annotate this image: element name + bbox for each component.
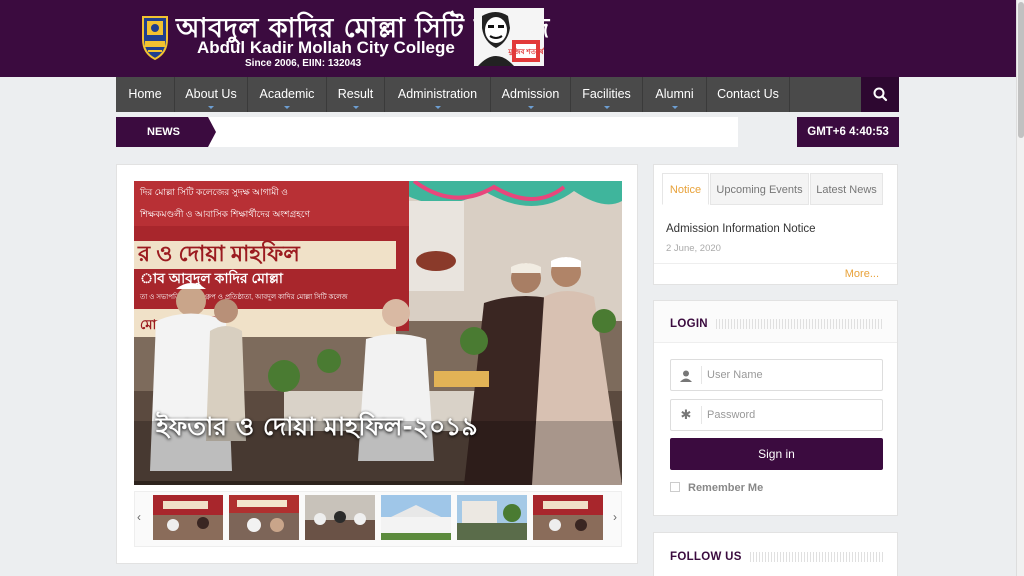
- slider-thumbnail[interactable]: [305, 495, 375, 540]
- slider-thumbnail[interactable]: [533, 495, 603, 540]
- nav-about-us-label: About Us: [185, 87, 237, 101]
- banner-main-text: র ও দোয়া মাহফিল: [137, 240, 301, 266]
- nav-administration[interactable]: Administration: [385, 77, 491, 112]
- slider-thumbnail[interactable]: [229, 495, 299, 540]
- nav-academic-label: Academic: [259, 87, 315, 101]
- login-box: LOGIN ✱ Sign in Remember Me: [653, 300, 898, 516]
- nav-alumni[interactable]: Alumni: [643, 77, 707, 112]
- password-input[interactable]: [707, 405, 877, 425]
- more-link[interactable]: More...: [845, 268, 879, 280]
- thumbnail-image: [533, 495, 603, 540]
- sign-in-button[interactable]: Sign in: [670, 438, 883, 470]
- gmt-clock: GMT+6 4:40:53: [797, 117, 899, 147]
- mujib-year-text: মুজিব শতবর্ষ: [507, 47, 544, 57]
- caret-down-icon: [352, 106, 359, 109]
- follow-us-title: FOLLOW US: [670, 551, 742, 563]
- slider-caption: ইফতার ও দোয়া মাহফিল-২০১৯: [156, 412, 478, 441]
- checkbox-icon[interactable]: [670, 482, 680, 492]
- caret-down-icon: [284, 106, 290, 109]
- nav-result-label: Result: [337, 87, 374, 101]
- slider-thumbnail[interactable]: [457, 495, 527, 540]
- thumbnail-image: [229, 495, 299, 540]
- caret-down-icon: [208, 106, 214, 109]
- slider-main-image[interactable]: দির মোল্লা সিটি কলেজের সুদক্ষ আগামী ও শি…: [134, 181, 622, 485]
- nav-contact-us[interactable]: Contact Us: [707, 77, 790, 112]
- nav-facilities[interactable]: Facilities: [571, 77, 643, 112]
- caret-down-icon: [671, 106, 678, 109]
- follow-us-header: FOLLOW US: [654, 533, 897, 575]
- scrollbar-thumb[interactable]: [1018, 2, 1024, 138]
- user-icon: [671, 360, 701, 390]
- caret-down-icon: [527, 106, 534, 109]
- tab-latest-news[interactable]: Latest News: [810, 173, 883, 205]
- follow-us-box: FOLLOW US: [653, 532, 898, 576]
- nav-administration-label: Administration: [397, 87, 478, 101]
- username-field[interactable]: [670, 359, 883, 391]
- password-field[interactable]: ✱: [670, 399, 883, 431]
- nav-admission-label: Admission: [501, 87, 560, 101]
- slider-panel: দির মোল্লা সিটি কলেজের সুদক্ষ আগামী ও শি…: [116, 164, 638, 564]
- banner-line-1: দির মোল্লা সিটি কলেজের সুদক্ষ আগামী ও: [139, 186, 288, 198]
- field-separator: [701, 406, 702, 424]
- banner-sub-text: াব আবদুল কাদির মোল্লা: [140, 269, 284, 288]
- remember-me-label: Remember Me: [688, 482, 764, 494]
- header-stripes: [716, 319, 884, 329]
- username-input[interactable]: [707, 365, 877, 385]
- portrait-image: মুজিব শতবর্ষ: [474, 8, 544, 66]
- thumbnail-image: [457, 495, 527, 540]
- slider-thumbnail[interactable]: [381, 495, 451, 540]
- user-icon-svg: [680, 370, 692, 382]
- nav-about-us[interactable]: About Us: [175, 77, 248, 112]
- nav-contact-us-label: Contact Us: [717, 87, 779, 101]
- site-header: আবদুল কাদির মোল্লা সিটি কলেজ Abdul Kadir…: [0, 0, 1016, 77]
- tab-notice[interactable]: Notice: [662, 173, 709, 205]
- thumbnail-image: [305, 495, 375, 540]
- mujib-year-logo: মুজিব শতবর্ষ: [474, 8, 544, 66]
- main-navigation: Home About Us Academic Result Administra…: [116, 77, 899, 112]
- news-label: NEWS: [116, 117, 208, 147]
- nav-facilities-label: Facilities: [582, 87, 631, 101]
- notice-box: Notice Upcoming Events Latest News Admis…: [653, 164, 898, 285]
- search-icon: [873, 87, 888, 102]
- nav-home-label: Home: [128, 87, 162, 101]
- nav-admission[interactable]: Admission: [491, 77, 571, 112]
- college-crest-icon[interactable]: [139, 13, 171, 61]
- news-ticker: NEWS: [116, 117, 738, 147]
- nav-home[interactable]: Home: [116, 77, 175, 112]
- page-scrollbar[interactable]: [1016, 0, 1024, 576]
- login-header: LOGIN: [654, 301, 897, 343]
- remember-me-checkbox[interactable]: Remember Me: [670, 482, 763, 494]
- nav-academic[interactable]: Academic: [248, 77, 327, 112]
- notice-item-title[interactable]: Admission Information Notice: [666, 223, 816, 235]
- banner-line-2: শিক্ষকমণ্ডলী ও আবাসিক শিক্ষার্থীদের অংশগ…: [139, 208, 311, 219]
- banner-sub-text-2: তা ও সভাপতি, থার্মেক্স গ্রুপ ও প্রতিষ্ঠা…: [139, 292, 348, 301]
- since-eiin-text: Since 2006, EIIN: 132043: [245, 58, 362, 69]
- asterisk-icon: ✱: [680, 407, 692, 422]
- tab-upcoming-events[interactable]: Upcoming Events: [710, 173, 809, 205]
- header-stripes: [750, 552, 884, 562]
- news-label-arrow: [208, 117, 216, 147]
- nav-alumni-label: Alumni: [655, 87, 694, 101]
- search-button[interactable]: [861, 77, 899, 112]
- chevron-right-icon[interactable]: ›: [613, 510, 617, 524]
- login-title: LOGIN: [670, 318, 708, 330]
- notice-item-date: 2 June, 2020: [666, 243, 721, 254]
- thumbnail-image: [153, 495, 223, 540]
- slider-thumbnails: ‹ ›: [134, 491, 622, 547]
- slider-thumbnail[interactable]: [153, 495, 223, 540]
- thumbnail-image: [381, 495, 451, 540]
- field-separator: [701, 366, 702, 384]
- nav-result[interactable]: Result: [327, 77, 385, 112]
- caret-down-icon: [434, 106, 441, 109]
- divider: [654, 263, 897, 264]
- chevron-left-icon[interactable]: ‹: [137, 510, 141, 524]
- caret-down-icon: [603, 106, 610, 109]
- college-name-english[interactable]: Abdul Kadir Mollah City College: [197, 38, 455, 58]
